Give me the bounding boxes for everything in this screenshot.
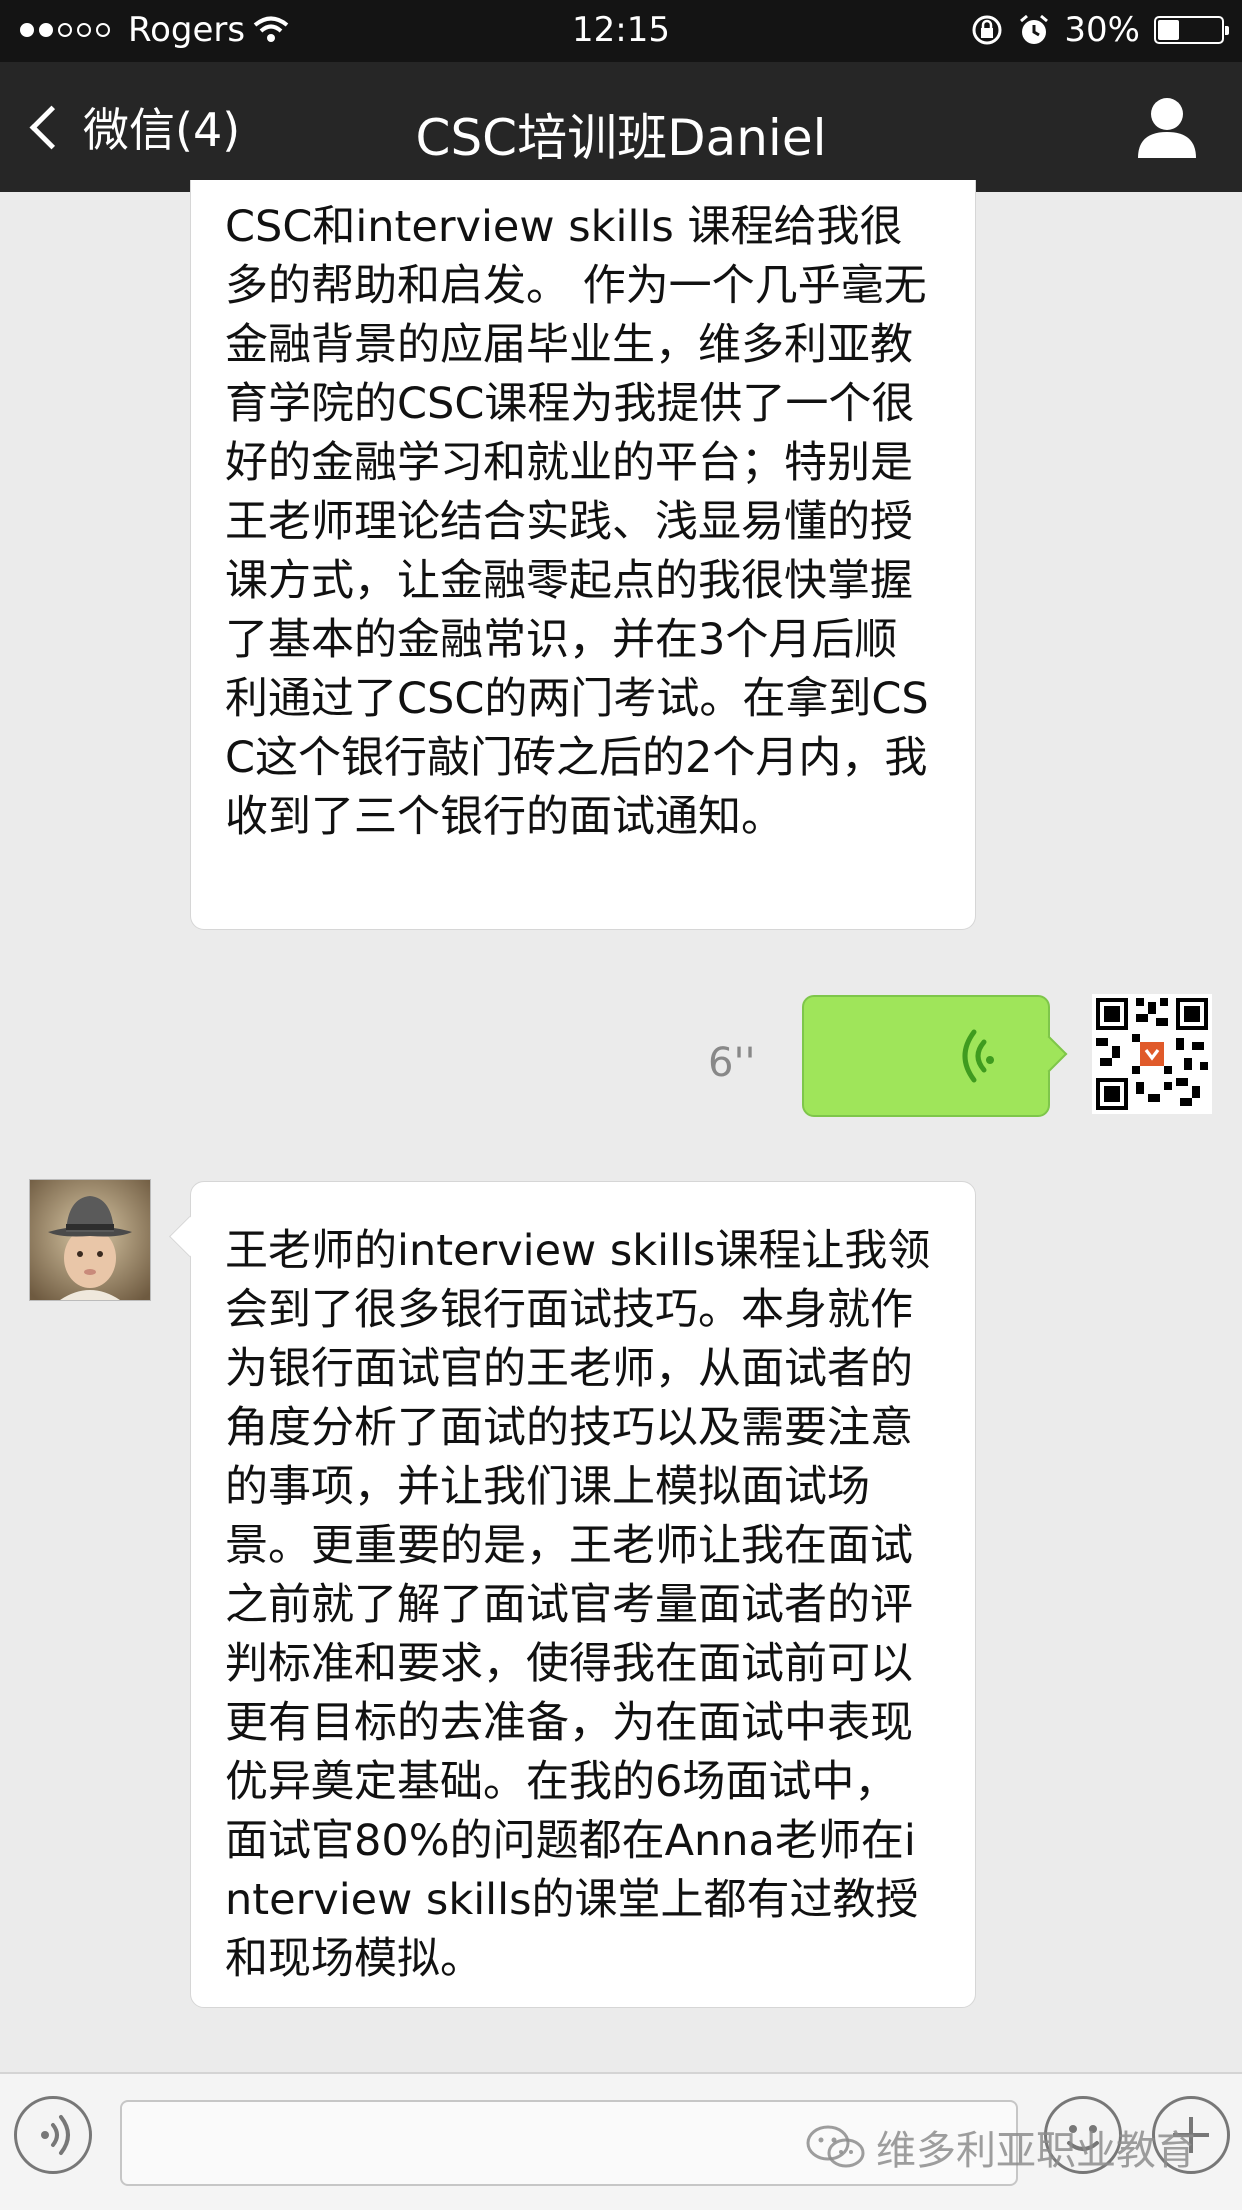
battery-icon [1154, 16, 1229, 44]
voice-input-button[interactable] [14, 2096, 92, 2174]
voice-duration: 6'' [708, 1040, 756, 1086]
orientation-lock-icon [972, 15, 1002, 45]
status-bar: Rogers 12:15 30% [0, 0, 1242, 62]
status-right: 30% [970, 10, 1229, 50]
qr-code-avatar[interactable] [1092, 994, 1212, 1114]
profile-icon[interactable] [1132, 92, 1202, 162]
watermark-text: 维多利亚职业教育 [876, 2128, 1196, 2174]
message-bubble-incoming: CSC和interview skills 课程给我很多的帮助和启发。 作为一个几… [190, 180, 976, 930]
watermark: 维多利亚职业教育 [806, 2118, 1196, 2176]
navigation-bar: 微信(4) CSC培训班Daniel [0, 62, 1242, 192]
sender-avatar[interactable] [29, 1179, 151, 1301]
voice-wave-icon [41, 2115, 70, 2155]
voice-message-bubble[interactable] [802, 995, 1050, 1117]
wechat-logo-icon [806, 2125, 865, 2168]
battery-percent: 30% [1064, 10, 1140, 50]
chat-title: CSC培训班Daniel [415, 109, 827, 167]
alarm-icon [1020, 14, 1049, 44]
voice-wave-icon [962, 1029, 995, 1083]
message-bubble-incoming: 王老师的interview skills课程让我领会到了很多银行面试技巧。本身就… [190, 1181, 976, 2008]
